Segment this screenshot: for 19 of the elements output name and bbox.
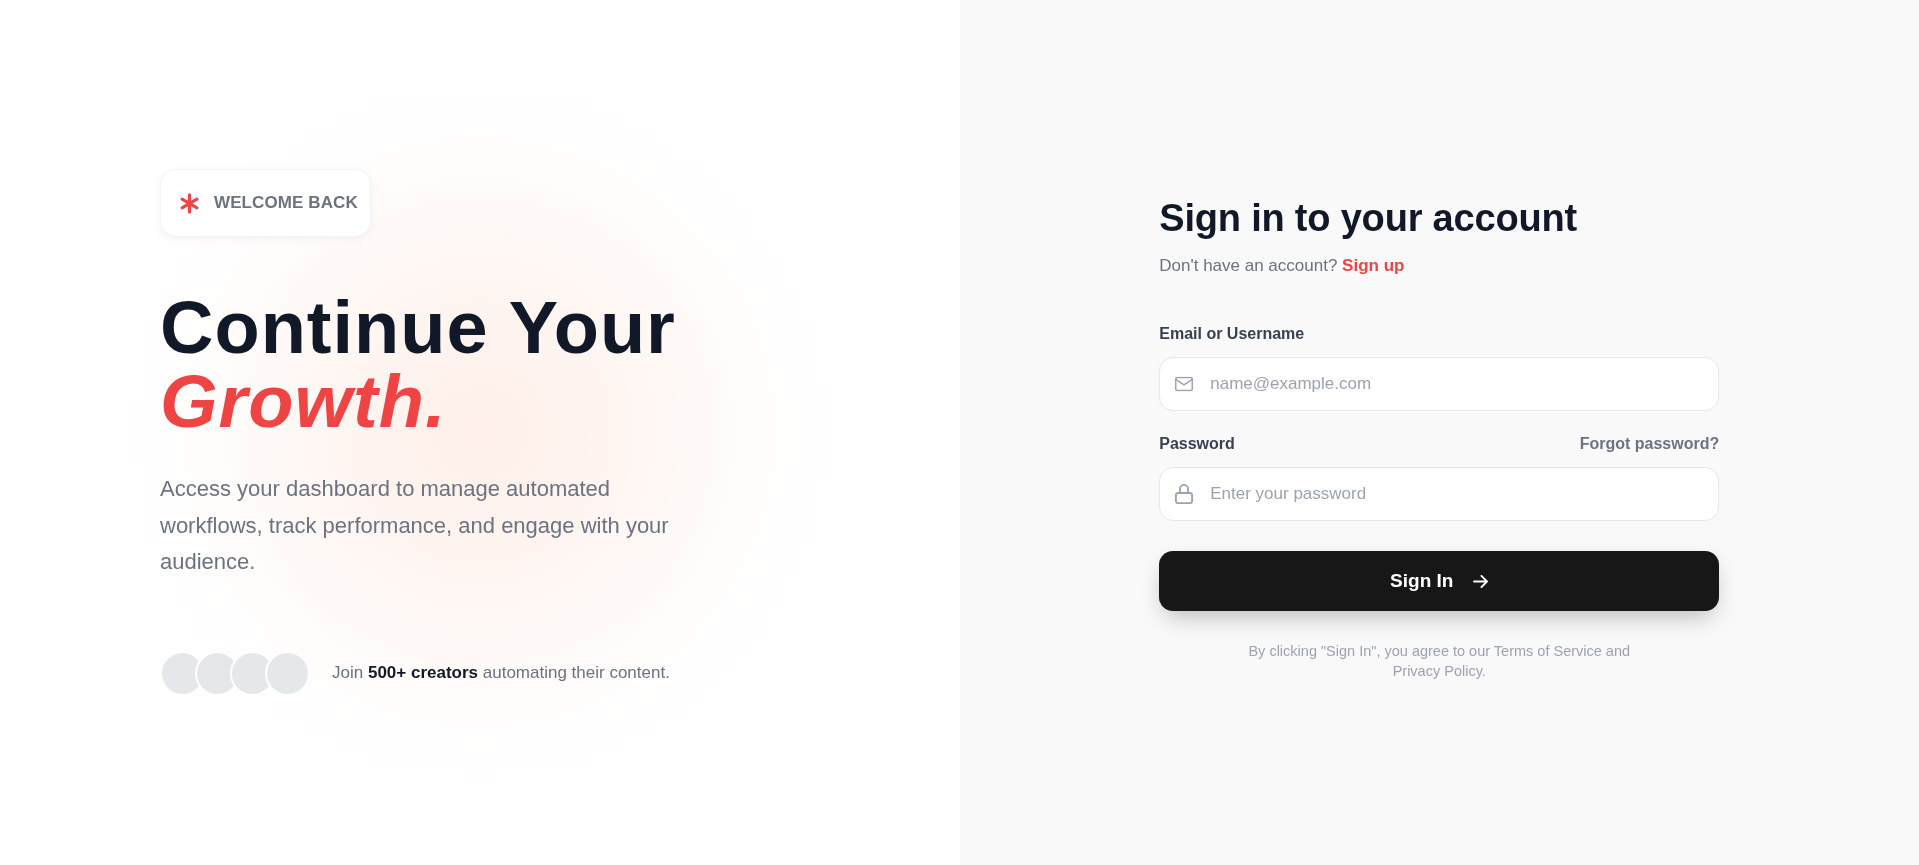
headline: Continue Your bbox=[160, 291, 676, 366]
mail-icon bbox=[1175, 376, 1194, 392]
email-field[interactable]: name@example.com bbox=[1159, 357, 1720, 411]
headline-accent: Growth. bbox=[160, 365, 448, 440]
arrow-right-icon bbox=[1473, 574, 1489, 588]
field-label: Email or Username bbox=[1159, 324, 1305, 344]
password-field[interactable]: Enter your password bbox=[1159, 467, 1720, 521]
field-label: Password bbox=[1159, 434, 1235, 454]
forgot-password-link[interactable]: Forgot password? bbox=[1579, 433, 1720, 455]
signup-link[interactable]: Sign up bbox=[1342, 256, 1405, 275]
social-proof-text: Join 500+ creators automating their content. bbox=[332, 662, 670, 685]
lock-icon bbox=[1175, 484, 1194, 504]
badge-label: WELCOME BACK bbox=[214, 193, 358, 214]
hero-description: Access your dashboard to manage automated workflows, track performance, and engage with your audience. bbox=[160, 475, 670, 577]
signup-prompt: Don't have an account? Sign up bbox=[1159, 255, 1406, 277]
form-title: Sign in to your account bbox=[1159, 197, 1578, 240]
asterisk-icon bbox=[179, 192, 200, 214]
sign-in-button[interactable]: Sign In bbox=[1159, 551, 1720, 611]
terms-notice: By clicking "Sign In", you agree to our Terms of Service and Privacy Policy. bbox=[1247, 642, 1632, 681]
